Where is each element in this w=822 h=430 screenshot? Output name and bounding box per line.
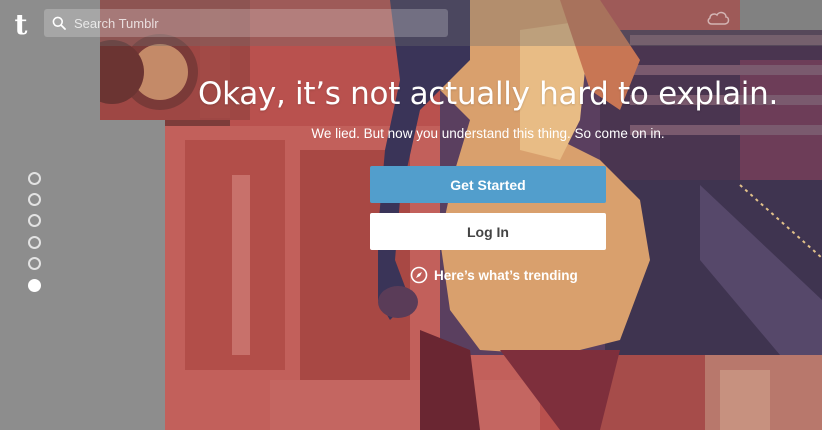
search-icon: [44, 9, 74, 37]
pagination-dot[interactable]: [28, 257, 41, 270]
pagination-dot[interactable]: [28, 236, 41, 249]
pagination-dot[interactable]: [28, 214, 41, 227]
cloud-icon: [706, 9, 730, 27]
page-subtitle: We lied. But now you understand this thi…: [311, 126, 665, 141]
trending-label: Here’s what’s trending: [434, 267, 578, 283]
login-button[interactable]: Log In: [370, 213, 606, 250]
compass-icon: [410, 266, 428, 284]
page-title: Okay, it’s not actually hard to explain.: [198, 76, 778, 112]
trending-link[interactable]: Here’s what’s trending: [410, 265, 578, 285]
tumblr-logo[interactable]: t: [10, 10, 32, 40]
pagination-dot[interactable]: [28, 172, 41, 185]
search-bar[interactable]: [44, 9, 448, 37]
search-input[interactable]: [74, 10, 448, 36]
page: t Okay, it’s not actually hard to explai…: [0, 0, 822, 430]
get-started-button[interactable]: Get Started: [370, 166, 606, 203]
pagination-dot[interactable]: [28, 193, 41, 206]
pagination-dot-active[interactable]: [28, 279, 41, 292]
